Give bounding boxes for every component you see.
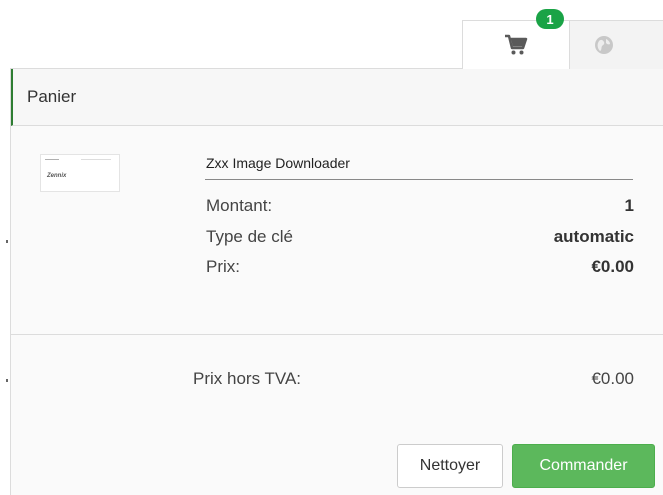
- total-label: Prix hors TVA:: [193, 369, 302, 388]
- panel-title: Panier: [27, 87, 77, 106]
- row-label: Type de clé: [206, 227, 293, 246]
- thumbnail-logo: Zennix: [47, 173, 67, 179]
- tab-language[interactable]: [569, 20, 663, 69]
- row-value: automatic: [553, 227, 634, 246]
- row-label: Montant:: [206, 196, 273, 215]
- clear-button[interactable]: Nettoyer: [397, 444, 503, 488]
- globe-icon: [595, 36, 613, 54]
- page: 1 Panier Zennix Zxx Image Downloader Mon…: [0, 0, 663, 495]
- product-row-key-type: Type de clé automatic: [206, 227, 634, 247]
- panel-header: Panier: [11, 69, 663, 126]
- row-value: €0.00: [591, 257, 634, 276]
- row-value: 1: [624, 196, 634, 215]
- product-title-underline: [205, 179, 633, 180]
- edge-mark: [6, 379, 8, 382]
- total-row: Prix hors TVA: €0.00: [193, 369, 634, 389]
- total-value: €0.00: [591, 369, 634, 388]
- product-title: Zxx Image Downloader: [206, 155, 350, 171]
- thumbnail-line: [81, 159, 111, 160]
- product-thumbnail: Zennix: [40, 154, 120, 192]
- product-row-amount: Montant: 1: [206, 196, 634, 216]
- edge-mark: [6, 240, 8, 243]
- row-label: Prix:: [206, 257, 240, 276]
- thumbnail-line: [45, 159, 59, 160]
- cart-panel: Panier Zennix Zxx Image Downloader Monta…: [10, 68, 663, 495]
- cart-count-badge: 1: [536, 9, 564, 29]
- section-divider: [11, 334, 663, 335]
- cart-icon: [505, 34, 528, 55]
- order-button[interactable]: Commander: [512, 444, 655, 488]
- product-row-price: Prix: €0.00: [206, 257, 634, 277]
